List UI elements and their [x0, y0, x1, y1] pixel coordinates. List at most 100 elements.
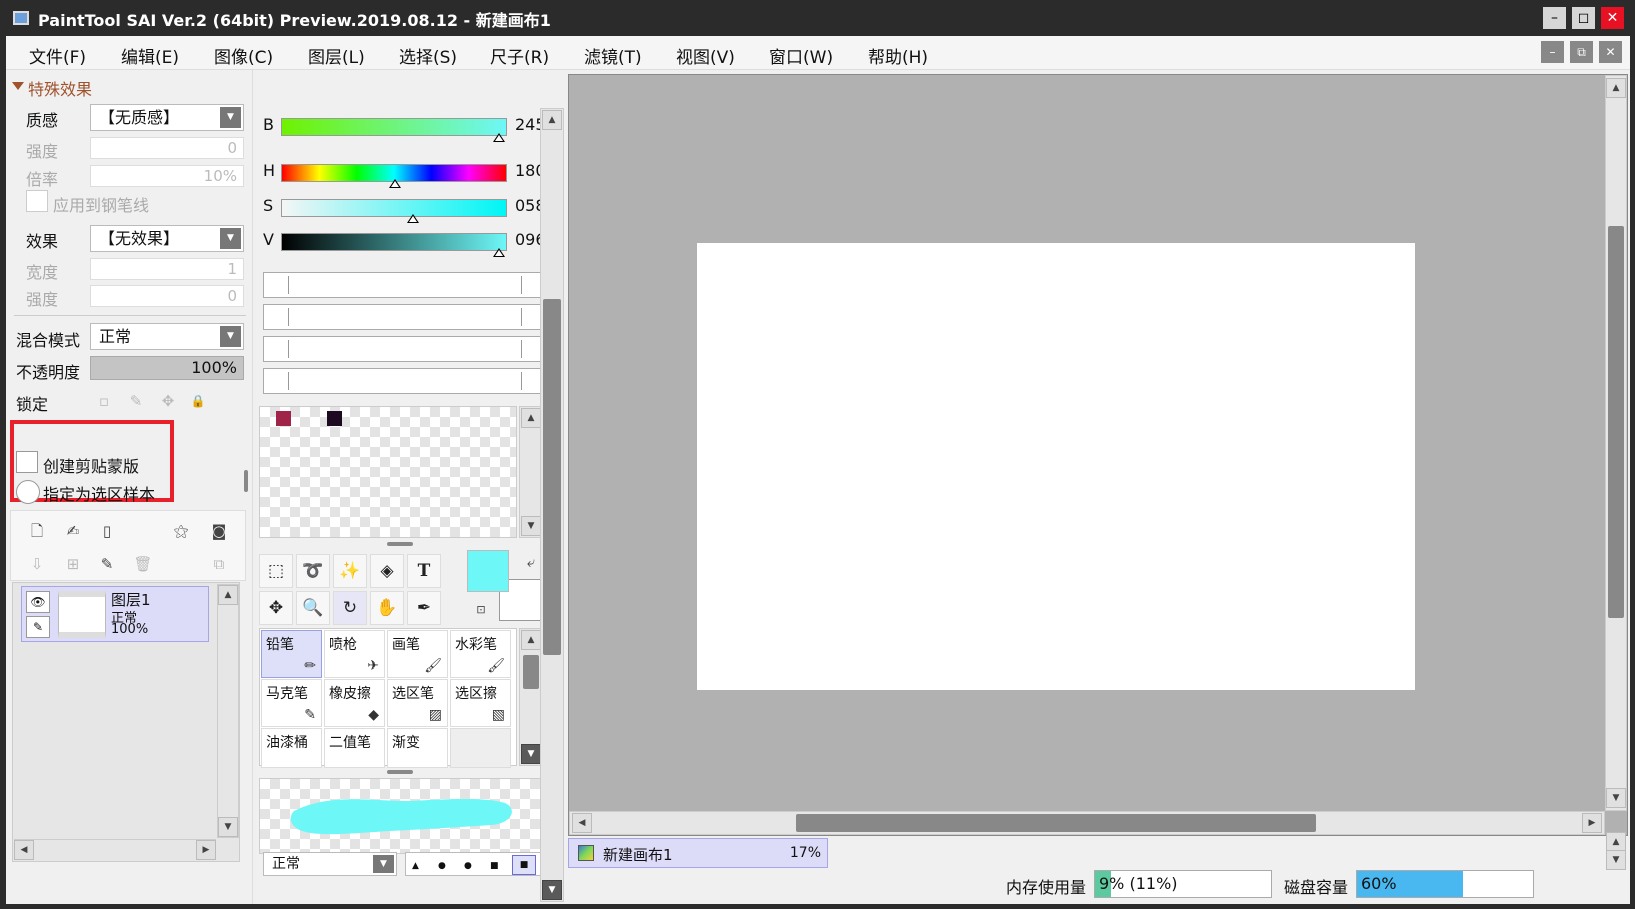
hand-tool[interactable]: ✋ — [370, 591, 404, 625]
lasso-tool[interactable]: ➰ — [296, 554, 330, 588]
magic-wand-tool[interactable]: ✨ — [333, 554, 367, 588]
transfer-down-icon[interactable]: ⇩ — [27, 554, 47, 574]
menu-file[interactable]: 文件(F) — [29, 43, 86, 68]
minimize-button[interactable]: – — [1543, 7, 1566, 29]
rotate-tool[interactable]: ↻ — [333, 591, 367, 625]
brush-shape-option[interactable]: ● — [464, 861, 472, 871]
strength-field[interactable]: 0 — [90, 137, 244, 159]
scroll-thumb[interactable] — [543, 299, 561, 655]
menu-help[interactable]: 帮助(H) — [868, 43, 928, 68]
panel-splitter[interactable] — [387, 542, 413, 546]
mixer-bar-3[interactable] — [263, 336, 547, 362]
primary-color[interactable] — [467, 550, 509, 592]
menu-image[interactable]: 图像(C) — [214, 43, 273, 68]
h-slider[interactable] — [281, 164, 507, 188]
paint-bucket-brush[interactable]: 油漆桶 — [261, 728, 322, 768]
menu-layer[interactable]: 图层(L) — [308, 43, 365, 68]
b-slider-handle[interactable] — [492, 133, 505, 142]
h-slider-handle[interactable] — [389, 179, 401, 188]
mixer-bar-2[interactable] — [263, 304, 547, 330]
new-folder-icon[interactable]: ▯ — [97, 521, 117, 541]
brush-shape-option[interactable]: ▲ — [412, 861, 419, 871]
shape-tool[interactable]: ◈ — [370, 554, 404, 588]
transparent-color-icon[interactable]: ⊡ — [471, 600, 491, 620]
brush-mode-select[interactable]: 正常 ▼ — [263, 852, 397, 876]
airbrush-brush[interactable]: 喷枪 ✈ — [324, 630, 385, 678]
canvas-vscrollbar[interactable]: ▲ ▼ — [1605, 75, 1627, 811]
layer-mask-icon[interactable]: ◙ — [209, 521, 229, 541]
collapse-arrow-icon[interactable] — [12, 82, 24, 90]
lock-draw-icon[interactable]: ✎ — [126, 391, 146, 411]
lock-transparency-icon[interactable]: ▫ — [94, 391, 114, 411]
scroll-down-icon[interactable]: ▼ — [1606, 850, 1626, 870]
pencil-brush[interactable]: 铅笔 ✏ — [261, 630, 322, 678]
new-linework-layer-icon[interactable]: ✍ — [63, 521, 83, 541]
v-slider-handle[interactable] — [492, 248, 505, 257]
duplicate-layer-icon[interactable]: ⧉ — [209, 554, 229, 574]
new-layer-icon[interactable]: 🗋 — [27, 521, 47, 541]
empty-brush-slot[interactable] — [450, 728, 511, 768]
clip-mask-checkbox[interactable] — [16, 451, 38, 473]
gradient-brush[interactable]: 渐变 — [387, 728, 448, 768]
opacity-slider[interactable]: 100% — [90, 356, 244, 380]
panel-splitter[interactable] — [387, 770, 413, 774]
scroll-up-icon[interactable]: ▲ — [521, 408, 541, 428]
scroll-left-icon[interactable]: ◀ — [14, 840, 34, 860]
canvas-restore-button[interactable]: ⧉ — [1570, 41, 1593, 63]
scroll-down-icon[interactable]: ▼ — [542, 880, 562, 900]
canvas-close-button[interactable]: ✕ — [1599, 41, 1622, 63]
text-tool[interactable]: T — [407, 554, 441, 588]
mixer-bar-1[interactable] — [263, 272, 547, 298]
middle-panel-scrollbar[interactable]: ▲ ▼ — [540, 108, 564, 902]
canvas-sheet[interactable] — [697, 243, 1415, 690]
clear-layer-icon[interactable]: ✎ — [97, 554, 117, 574]
texture-select[interactable]: 【无质感】 ▼ — [90, 104, 244, 131]
menu-filter[interactable]: 滤镜(T) — [584, 43, 642, 68]
marker-brush[interactable]: 马克笔 ✎ — [261, 679, 322, 727]
canvas-tab[interactable]: 新建画布1 17% — [568, 838, 828, 868]
scroll-up-icon[interactable]: ▲ — [218, 585, 238, 605]
panel-splitter[interactable] — [244, 470, 248, 492]
selection-sample-radio[interactable] — [16, 480, 40, 504]
scroll-right-icon[interactable]: ▶ — [1582, 813, 1602, 833]
brush-shape-option[interactable]: ● — [438, 861, 446, 871]
apply-pen-checkbox[interactable] — [26, 190, 48, 212]
layer-list-scrollbar[interactable]: ▲ ▼ — [217, 584, 239, 838]
swap-colors-icon[interactable]: ⤶ — [521, 552, 541, 572]
zoom-tool[interactable]: 🔍 — [296, 591, 330, 625]
brush-brush[interactable]: 画笔 🖌 — [387, 630, 448, 678]
width-field[interactable]: 1 — [90, 258, 244, 280]
eyedropper-tool[interactable]: ✒ — [407, 591, 441, 625]
scroll-up-icon[interactable]: ▲ — [1606, 832, 1626, 852]
scroll-thumb[interactable] — [796, 814, 1316, 832]
close-button[interactable]: ✕ — [1601, 7, 1624, 29]
scroll-down-icon[interactable]: ▼ — [521, 744, 541, 764]
scale-field[interactable]: 10% — [90, 165, 244, 187]
blend-mode-select[interactable]: 正常 ▼ — [90, 323, 244, 350]
layer-item[interactable]: 👁 ✎ 图层1 正常 100% — [21, 586, 209, 642]
swatch[interactable] — [276, 411, 291, 426]
scroll-up-icon[interactable]: ▲ — [542, 110, 562, 130]
eye-icon[interactable]: 👁 — [26, 591, 50, 613]
effect-select[interactable]: 【无效果】 ▼ — [90, 225, 244, 252]
layer-list-hscrollbar[interactable]: ◀ ▶ — [14, 839, 216, 861]
scroll-down-icon[interactable]: ▼ — [1606, 788, 1626, 808]
scroll-right-icon[interactable]: ▶ — [196, 840, 216, 860]
delete-layer-icon[interactable]: 🗑 — [133, 554, 153, 574]
maximize-button[interactable]: ◻ — [1572, 7, 1595, 29]
mixer-bar-4[interactable] — [263, 368, 547, 394]
canvas-viewport[interactable]: ▲ ▼ ◀ ▶ — [568, 74, 1628, 836]
lock-icon[interactable]: 🔒 — [188, 391, 208, 411]
binary-pen-brush[interactable]: 二值笔 — [324, 728, 385, 768]
scroll-thumb[interactable] — [1608, 226, 1624, 618]
scroll-left-icon[interactable]: ◀ — [572, 813, 592, 833]
scroll-down-icon[interactable]: ▼ — [521, 516, 541, 536]
s-slider[interactable] — [281, 199, 507, 223]
effects-header[interactable]: 特殊效果 — [28, 76, 92, 100]
layer-effect-icon[interactable]: ⚝ — [171, 521, 191, 541]
move-tool[interactable]: ✥ — [259, 591, 293, 625]
watercolor-brush[interactable]: 水彩笔 🖌 — [450, 630, 511, 678]
brush-shape-option[interactable]: ■ — [490, 861, 499, 871]
eraser-brush[interactable]: 橡皮擦 ◆ — [324, 679, 385, 727]
menu-window[interactable]: 窗口(W) — [769, 43, 833, 68]
